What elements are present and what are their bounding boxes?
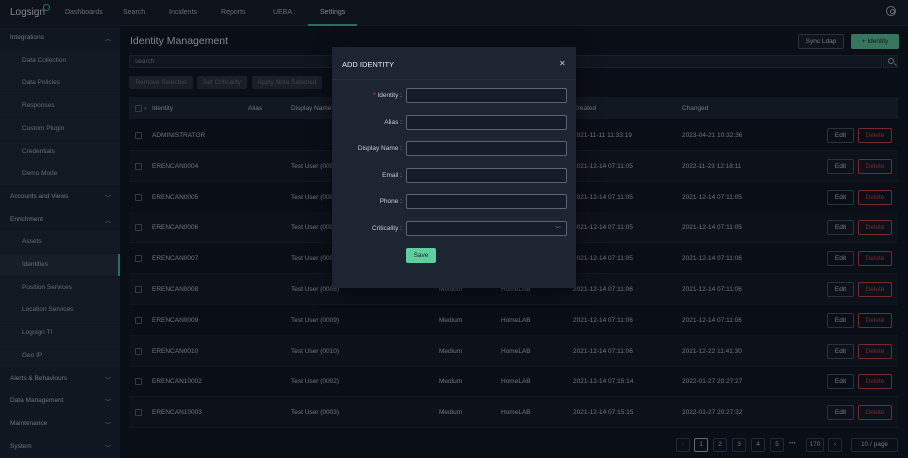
modal-divider: [332, 79, 576, 80]
field-label-display-name: Display Name :: [332, 145, 402, 152]
field-label-colon: :: [398, 118, 402, 126]
field-label-text: Email: [382, 171, 399, 179]
email-input[interactable]: [406, 167, 567, 183]
save-button[interactable]: Save: [406, 248, 436, 263]
display-name-input[interactable]: [406, 141, 567, 157]
close-icon[interactable]: ✕: [559, 59, 566, 68]
field-label-colon: :: [398, 198, 402, 206]
phone-input[interactable]: [406, 194, 567, 210]
modal-title: ADD IDENTITY: [342, 60, 395, 69]
field-label-text: Criticality: [372, 225, 399, 232]
field-label-colon: :: [398, 92, 402, 99]
field-label-text: Display Name: [357, 145, 399, 153]
field-label-alias: Alias :: [332, 119, 402, 126]
field-label-colon: :: [398, 145, 402, 153]
field-label-text: Identity: [377, 92, 399, 99]
field-label-text: Alias: [384, 118, 399, 126]
field-label-colon: :: [398, 225, 402, 232]
field-label-text: Phone: [379, 198, 399, 206]
add-identity-modal: ADD IDENTITY ✕ * Identity : Alias : Displa…: [332, 47, 576, 288]
field-label-phone: Phone :: [332, 198, 402, 205]
field-label-identity: * Identity :: [332, 92, 402, 99]
field-label-email: Email :: [332, 172, 402, 179]
field-label-criticality: Criticality :: [332, 225, 402, 232]
field-label-colon: :: [398, 171, 402, 179]
alias-input[interactable]: [406, 114, 567, 130]
chevron-down-icon: ﹀: [554, 227, 561, 233]
criticality-select[interactable]: ﹀: [406, 221, 567, 236]
identity-input[interactable]: [406, 88, 567, 103]
